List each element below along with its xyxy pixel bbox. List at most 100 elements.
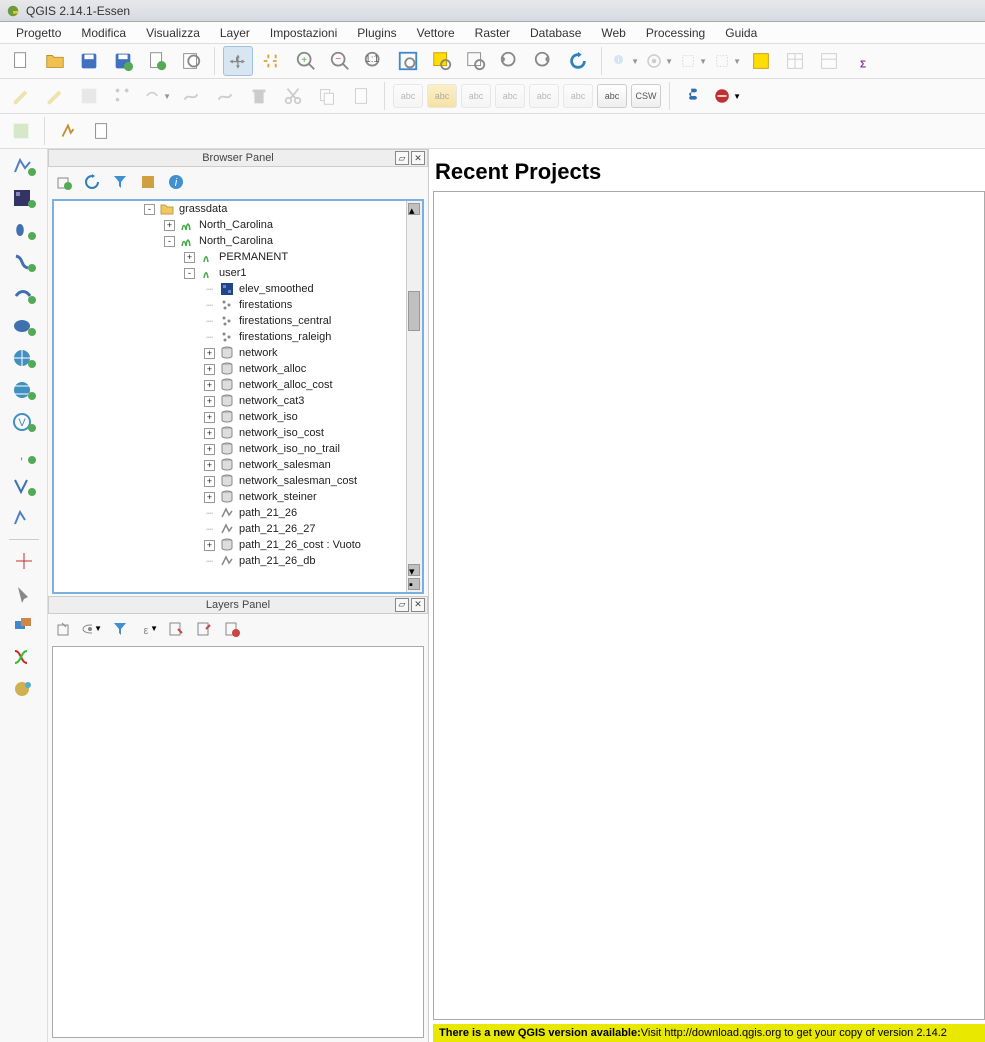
tree-expand-icon[interactable]: + — [204, 460, 215, 471]
python-console-button[interactable] — [678, 81, 708, 111]
menu-layer[interactable]: Layer — [210, 23, 260, 43]
menu-plugins[interactable]: Plugins — [347, 23, 406, 43]
open-project-button[interactable] — [40, 46, 70, 76]
label-btn-6[interactable]: abc — [597, 84, 627, 108]
layers-panel-header[interactable]: Layers Panel ▱ ✕ — [48, 596, 428, 614]
menu-progetto[interactable]: Progetto — [6, 23, 71, 43]
add-mssql-button[interactable] — [9, 281, 39, 307]
label-btn-5[interactable]: abc — [563, 84, 593, 108]
tree-item[interactable]: +network — [54, 345, 422, 361]
save-project-button[interactable] — [74, 46, 104, 76]
label-btn-2[interactable]: abc — [461, 84, 491, 108]
layers-undock-button[interactable]: ▱ — [395, 598, 409, 612]
edit-pencil2-button[interactable] — [40, 81, 70, 111]
georef-button[interactable] — [9, 676, 39, 702]
tree-expand-icon[interactable]: - — [144, 204, 155, 215]
tree-expand-icon[interactable]: + — [204, 476, 215, 487]
select-expression-button[interactable] — [746, 46, 776, 76]
zoom-selection-button[interactable] — [427, 46, 457, 76]
copy-button[interactable] — [312, 81, 342, 111]
label-btn-0[interactable]: abc — [393, 84, 423, 108]
label-btn-3[interactable]: abc — [495, 84, 525, 108]
refresh-button[interactable] — [563, 46, 593, 76]
grass-region-button[interactable] — [6, 116, 36, 146]
menu-modifica[interactable]: Modifica — [71, 23, 136, 43]
tree-expand-icon[interactable]: + — [164, 220, 175, 231]
tree-item[interactable]: ┈firestations_raleigh — [54, 329, 422, 345]
edit-pencil-button[interactable] — [6, 81, 36, 111]
tree-item[interactable]: +network_iso_no_trail — [54, 441, 422, 457]
browser-add-button[interactable] — [54, 172, 74, 192]
tree-expand-icon[interactable]: + — [204, 348, 215, 359]
sigma-button[interactable]: Σ — [848, 46, 878, 76]
zoom-layer-button[interactable] — [461, 46, 491, 76]
tree-expand-icon[interactable]: + — [204, 412, 215, 423]
layers-remove-button[interactable] — [222, 619, 242, 639]
browser-undock-button[interactable]: ▱ — [395, 151, 409, 165]
save-as-button[interactable] — [108, 46, 138, 76]
layers-filter-button[interactable] — [110, 619, 130, 639]
tree-item[interactable]: -North_Carolina — [54, 233, 422, 249]
tree-expand-icon[interactable]: + — [204, 364, 215, 375]
menu-processing[interactable]: Processing — [636, 23, 715, 43]
browser-filter-button[interactable] — [110, 172, 130, 192]
tree-expand-icon[interactable]: + — [204, 380, 215, 391]
layers-expand-button[interactable] — [166, 619, 186, 639]
tree-item[interactable]: -user1 — [54, 265, 422, 281]
menu-guida[interactable]: Guida — [715, 23, 767, 43]
menu-visualizza[interactable]: Visualizza — [136, 23, 210, 43]
zoom-in-button[interactable]: + — [291, 46, 321, 76]
tree-expand-icon[interactable]: + — [204, 428, 215, 439]
delete-feature-button[interactable] — [244, 81, 274, 111]
tree-item[interactable]: +network_salesman_cost — [54, 473, 422, 489]
zoom-out-button[interactable]: − — [325, 46, 355, 76]
table-button[interactable] — [780, 46, 810, 76]
tree-item[interactable]: ┈firestations — [54, 297, 422, 313]
tree-item[interactable]: +network_alloc — [54, 361, 422, 377]
add-raster-button[interactable] — [9, 185, 39, 211]
tree-expand-icon[interactable]: + — [184, 252, 195, 263]
layers-tree[interactable] — [52, 646, 424, 1039]
grass-new-mapset-button[interactable] — [87, 116, 117, 146]
add-delimited-button[interactable]: , — [9, 441, 39, 467]
deselect-button[interactable]: ▼ — [712, 46, 742, 76]
add-wms-button[interactable] — [9, 345, 39, 371]
node-tool2-button[interactable] — [210, 81, 240, 111]
tree-item[interactable]: +network_iso_cost — [54, 425, 422, 441]
add-spatialite-button[interactable] — [9, 249, 39, 275]
layers-close-button[interactable]: ✕ — [411, 598, 425, 612]
browser-tree[interactable]: -grassdata+North_Carolina-North_Carolina… — [52, 199, 424, 594]
tree-item[interactable]: +network_salesman — [54, 457, 422, 473]
tree-item[interactable]: +path_21_26_cost : Vuoto — [54, 537, 422, 553]
new-shapefile-button[interactable] — [9, 505, 39, 531]
tree-item[interactable]: ┈elev_smoothed — [54, 281, 422, 297]
new-composer-button[interactable] — [142, 46, 172, 76]
tree-expand-icon[interactable]: - — [184, 268, 195, 279]
browser-panel-header[interactable]: Browser Panel ▱ ✕ — [48, 149, 428, 167]
identify-button[interactable]: i▼ — [610, 46, 640, 76]
select-button[interactable]: ▼ — [678, 46, 708, 76]
action-button[interactable]: ▼ — [644, 46, 674, 76]
menu-vettore[interactable]: Vettore — [407, 23, 465, 43]
tree-item[interactable]: +network_alloc_cost — [54, 377, 422, 393]
tree-expand-icon[interactable]: + — [204, 540, 215, 551]
menu-impostazioni[interactable]: Impostazioni — [260, 23, 347, 43]
plugin-button[interactable]: ▼ — [712, 81, 742, 111]
field-calc-button[interactable] — [814, 46, 844, 76]
browser-collapse-button[interactable] — [138, 172, 158, 192]
tree-expand-icon[interactable]: + — [204, 492, 215, 503]
tree-item[interactable]: +North_Carolina — [54, 217, 422, 233]
menu-database[interactable]: Database — [520, 23, 591, 43]
browser-close-button[interactable]: ✕ — [411, 151, 425, 165]
layers-style-button[interactable] — [54, 619, 74, 639]
new-project-button[interactable] — [6, 46, 36, 76]
add-virtual-button[interactable] — [9, 473, 39, 499]
tree-expand-icon[interactable]: + — [204, 444, 215, 455]
add-oracle-button[interactable] — [9, 313, 39, 339]
tree-expand-icon[interactable]: + — [204, 396, 215, 407]
tree-item[interactable]: +PERMANENT — [54, 249, 422, 265]
pan-button[interactable] — [223, 46, 253, 76]
label-btn-7[interactable]: CSW — [631, 84, 661, 108]
grass-tools-button[interactable] — [53, 116, 83, 146]
tree-item[interactable]: +network_cat3 — [54, 393, 422, 409]
